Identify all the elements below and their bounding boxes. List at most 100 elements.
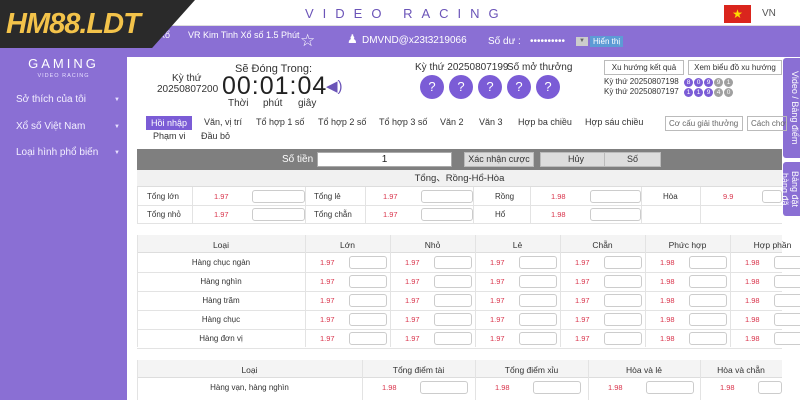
- cancel-button[interactable]: Hủy: [540, 152, 612, 167]
- bet-amount-input[interactable]: [421, 208, 473, 221]
- bet-amount-input[interactable]: [774, 313, 800, 326]
- row-divider: [137, 329, 782, 330]
- filter-tab[interactable]: Hợp sáu chiều: [585, 117, 643, 127]
- bet-amount-input[interactable]: [519, 332, 557, 345]
- bet-amount-input[interactable]: [689, 275, 727, 288]
- how-to-play-field[interactable]: Cách chơi: [747, 116, 787, 131]
- show-balance-button[interactable]: Hiển thị: [590, 36, 624, 47]
- odds-value: 1.98: [551, 210, 566, 219]
- result-draw-label: Kỳ thứ 20250807199: [415, 62, 509, 73]
- clear-button[interactable]: Số: [604, 152, 661, 167]
- trend-chart-button[interactable]: Xem biểu đồ xu hướng: [688, 60, 782, 75]
- favorite-star-icon[interactable]: ☆: [300, 31, 315, 51]
- odds-value: 9.9: [723, 192, 734, 201]
- bet-amount-input[interactable]: [421, 190, 473, 203]
- filter-tab[interactable]: Tổ hợp 2 số: [318, 117, 366, 127]
- filter-tab[interactable]: Văn 3: [479, 117, 503, 127]
- column-divider: [645, 235, 646, 347]
- filter-tab[interactable]: Văn 2: [440, 117, 464, 127]
- filter-tab[interactable]: Tổ hợp 3 số: [379, 117, 427, 127]
- confirm-bet-button[interactable]: Xác nhận cược: [464, 152, 534, 167]
- placed-orders-tab[interactable]: Bảng đặt hàng đã: [780, 162, 800, 216]
- sidebar-item-favorites[interactable]: Sở thích của tôi ▼: [16, 94, 120, 105]
- video-scoreboard-tab[interactable]: Video / Bảng điểm: [783, 58, 800, 158]
- bet-amount-input[interactable]: [604, 256, 642, 269]
- bet-amount-input[interactable]: [519, 256, 557, 269]
- bet-amount-input[interactable]: [758, 381, 782, 394]
- bet-amount-input[interactable]: [590, 190, 641, 203]
- history-ball: 8: [684, 78, 693, 87]
- logo-text: HM88.LDT: [6, 8, 141, 40]
- sidebar-item-popular[interactable]: Loại hình phổ biến ▼: [16, 147, 120, 158]
- amount-input[interactable]: 1: [317, 152, 452, 167]
- odds-value: 1.97: [383, 210, 398, 219]
- row-divider: [137, 348, 782, 349]
- bet-amount-input[interactable]: [349, 332, 387, 345]
- column-divider: [588, 360, 589, 400]
- column-divider: [137, 187, 138, 223]
- bet-amount-input[interactable]: [604, 313, 642, 326]
- bet-amount-input[interactable]: [434, 313, 472, 326]
- result-trend-button[interactable]: Xu hướng kết quả: [604, 60, 684, 75]
- speaker-icon[interactable]: ◀): [326, 77, 343, 95]
- bet-amount-input[interactable]: [604, 275, 642, 288]
- bet-amount-input[interactable]: [519, 313, 557, 326]
- bet-amount-input[interactable]: [349, 313, 387, 326]
- column-divider: [362, 360, 363, 400]
- column-header: Hòa và lẻ: [626, 365, 662, 375]
- column-divider: [305, 235, 306, 347]
- bet-amount-input[interactable]: [519, 294, 557, 307]
- bet-amount-input[interactable]: [604, 332, 642, 345]
- bet-amount-input[interactable]: [434, 332, 472, 345]
- filter-tab[interactable]: Đầu bỏ: [201, 131, 230, 141]
- odds-value: 1.97: [383, 192, 398, 201]
- bet-amount-input[interactable]: [604, 294, 642, 307]
- odds-value: 1.98: [495, 383, 510, 392]
- bet-amount-input[interactable]: [689, 332, 727, 345]
- filter-tab[interactable]: Phạm vi: [153, 131, 186, 141]
- bet-label: Tổng chẵn: [314, 210, 352, 219]
- bet-amount-input[interactable]: [646, 381, 694, 394]
- bet-amount-input[interactable]: [689, 256, 727, 269]
- filter-tab[interactable]: Tổ hợp 1 số: [256, 117, 304, 127]
- bet-amount-input[interactable]: [519, 275, 557, 288]
- row-divider: [137, 291, 782, 292]
- bet-amount-input[interactable]: [434, 294, 472, 307]
- filter-tab[interactable]: Hợp ba chiều: [518, 117, 572, 127]
- bet-amount-input[interactable]: [689, 313, 727, 326]
- amount-label: Số tiền: [282, 154, 314, 165]
- bet-amount-input[interactable]: [689, 294, 727, 307]
- filter-tab-active[interactable]: Hồi nhập: [146, 116, 193, 130]
- bet-amount-input[interactable]: [774, 294, 800, 307]
- vietnam-flag-icon[interactable]: ★: [724, 5, 751, 23]
- odds-value: 1.97: [575, 334, 590, 343]
- bet-amount-input[interactable]: [349, 256, 387, 269]
- draw-number: 20250807200: [157, 84, 219, 95]
- bet-amount-input[interactable]: [252, 190, 305, 203]
- column-header: Tổng điểm xỉu: [504, 365, 559, 375]
- bet-amount-input[interactable]: [252, 208, 305, 221]
- bet-amount-input[interactable]: [774, 275, 800, 288]
- balance-dropdown-icon[interactable]: ▼: [576, 37, 588, 46]
- bet-amount-input[interactable]: [774, 256, 800, 269]
- bet-amount-input[interactable]: [774, 332, 800, 345]
- bet-amount-input[interactable]: [434, 275, 472, 288]
- odds-value: 1.97: [320, 277, 335, 286]
- bet-amount-input[interactable]: [533, 381, 581, 394]
- odds-value: 1.98: [745, 296, 760, 305]
- prize-structure-field[interactable]: Cơ cấu giải thưởng: [665, 116, 743, 131]
- bet-amount-input[interactable]: [762, 190, 782, 203]
- bet-amount-input[interactable]: [434, 256, 472, 269]
- gaming-label: GAMING: [28, 56, 99, 71]
- bet-amount-input[interactable]: [590, 208, 641, 221]
- column-divider: [192, 187, 193, 223]
- countdown-timer: 00:01:04: [222, 72, 328, 100]
- bet-amount-input[interactable]: [420, 381, 468, 394]
- bet-amount-input[interactable]: [349, 294, 387, 307]
- row-divider: [137, 223, 782, 224]
- language-selector[interactable]: VN: [762, 8, 776, 19]
- column-divider: [530, 187, 531, 223]
- sidebar-item-vietnam-lottery[interactable]: Xổ số Việt Nam ▼: [16, 121, 120, 132]
- filter-tab[interactable]: Văn, vị trí: [204, 117, 242, 127]
- bet-amount-input[interactable]: [349, 275, 387, 288]
